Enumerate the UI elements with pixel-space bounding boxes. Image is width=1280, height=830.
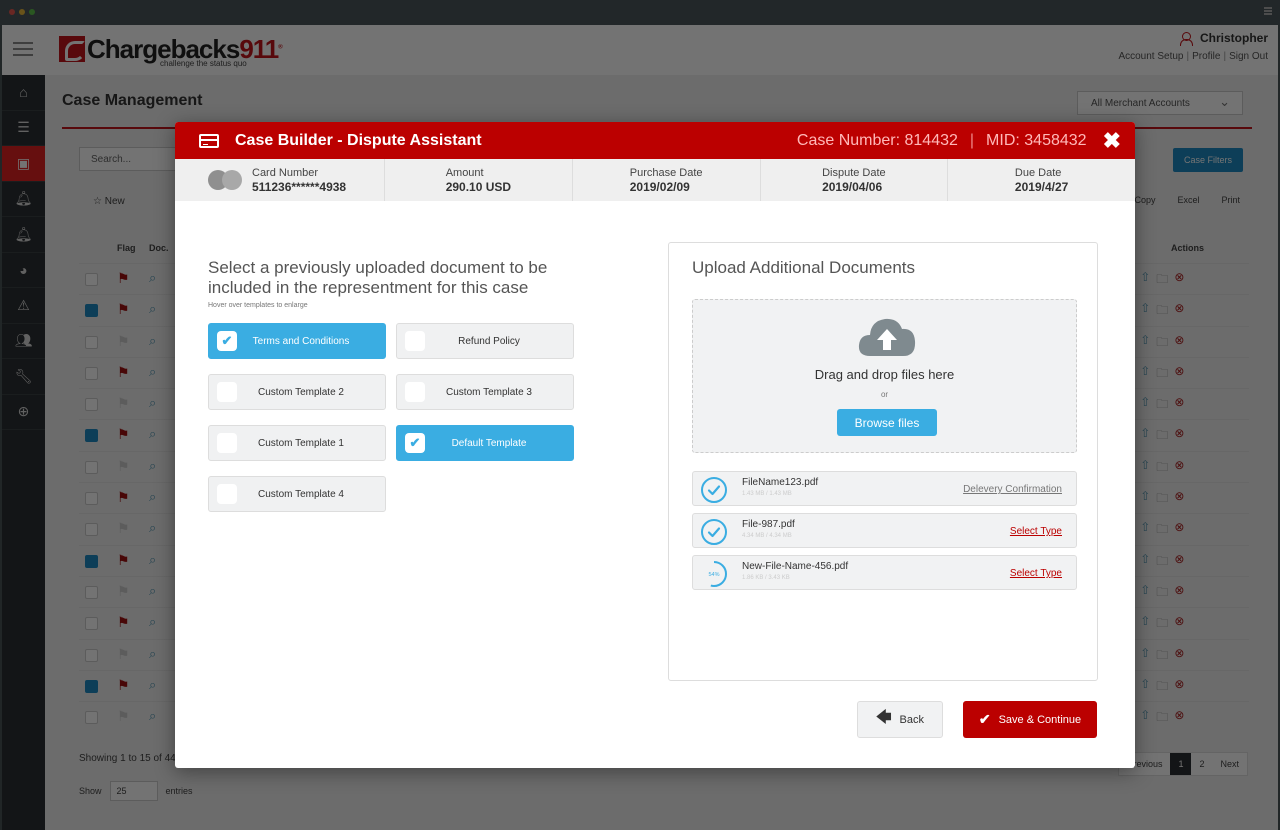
checkbox-empty-icon[interactable] <box>217 484 237 504</box>
upload-section-title: Upload Additional Documents <box>692 258 916 277</box>
template-label: Refund Policy <box>458 335 520 347</box>
file-name: FileName123.pdf <box>742 477 819 488</box>
due-date-cell: Due Date 2019/4/27 <box>1014 166 1069 194</box>
case-builder-modal: Case Builder - Dispute Assistant Case Nu… <box>175 122 1135 768</box>
close-icon[interactable]: ✖ <box>1103 129 1121 152</box>
template-option-custom-template-4[interactable]: Custom Template 4 <box>208 476 386 512</box>
case-number: Case Number: 814432 <box>796 131 958 149</box>
template-label: Default Template <box>451 437 527 449</box>
uploaded-file-row: File-987.pdf 4.34 MB / 4.34 MB Select Type <box>692 513 1077 548</box>
dispute-date-cell: Dispute Date 2019/04/06 <box>761 159 949 201</box>
checkbox-empty-icon[interactable] <box>405 331 425 351</box>
uploaded-file-row: FileName123.pdf 1.43 MB / 1.43 MB Delevery… <box>692 471 1077 506</box>
save-continue-button[interactable]: ✔ Save & Continue <box>963 701 1097 738</box>
template-label: Custom Template 3 <box>446 386 532 398</box>
dropzone-or: or <box>880 390 889 399</box>
case-meta: Case Number: 814432 | MID: 3458432 <box>796 131 1087 149</box>
checkbox-empty-icon[interactable] <box>217 382 237 402</box>
arrow-left-icon: 🡄 <box>876 709 892 726</box>
template-option-terms-and-conditions[interactable]: ✔ Terms and Conditions <box>208 323 386 359</box>
check-icon: ✔ <box>978 711 991 727</box>
dropzone-text: Drag and drop files here <box>814 367 955 382</box>
upload-complete-icon <box>701 477 727 503</box>
file-size: 1.43 MB / 1.43 MB <box>742 491 792 497</box>
dispute-date-value: 2019/04/06 <box>822 179 883 194</box>
template-section-title: Select a previously uploaded document to… <box>208 258 548 297</box>
merchant-id: MID: 3458432 <box>986 131 1087 149</box>
file-size: 4.34 MB / 4.34 MB <box>742 533 792 539</box>
checkbox-checked-icon[interactable]: ✔ <box>217 331 237 351</box>
template-hint: Hover over templates to enlarge <box>208 302 308 309</box>
modal-header: Case Builder - Dispute Assistant Case Nu… <box>175 122 1135 159</box>
upload-progress-icon: 54% <box>701 561 727 587</box>
template-selection-panel: Select a previously uploaded document to… <box>208 258 588 512</box>
amount-cell: Amount 290.10 USD <box>385 159 573 201</box>
file-type-link[interactable]: Select Type <box>1010 568 1062 579</box>
upload-complete-icon <box>701 519 727 545</box>
template-label: Custom Template 1 <box>258 437 344 449</box>
file-type-link[interactable]: Delevery Confirmation <box>963 484 1062 495</box>
template-label: Terms and Conditions <box>252 335 350 347</box>
template-option-default-template[interactable]: ✔ Default Template <box>396 425 574 461</box>
file-name: File-987.pdf <box>742 519 795 530</box>
due-date-value: 2019/4/27 <box>1014 179 1069 194</box>
case-info-bar: Card Number 511236******4938 Amount 290.… <box>175 159 1135 201</box>
template-option-refund-policy[interactable]: Refund Policy <box>396 323 574 359</box>
file-dropzone[interactable]: Drag and drop files here or Browse files <box>692 299 1077 453</box>
card-number-cell: Card Number 511236******4938 <box>175 159 385 201</box>
checkbox-empty-icon[interactable] <box>405 382 425 402</box>
cloud-upload-icon <box>858 318 916 356</box>
back-button[interactable]: 🡄 Back <box>857 701 943 738</box>
template-grid: ✔ Terms and Conditions Refund Policy Custom… <box>208 323 585 512</box>
checkbox-checked-icon[interactable]: ✔ <box>405 433 425 453</box>
amount-value: 290.10 USD <box>445 179 512 194</box>
mastercard-icon <box>208 170 242 190</box>
upload-panel: Upload Additional Documents Drag and dro… <box>668 242 1098 681</box>
template-label: Custom Template 4 <box>258 488 344 500</box>
card-number-value: 511236******4938 <box>252 179 347 194</box>
modal-title: Case Builder - Dispute Assistant <box>235 131 482 149</box>
template-option-custom-template-2[interactable]: Custom Template 2 <box>208 374 386 410</box>
template-option-custom-template-3[interactable]: Custom Template 3 <box>396 374 574 410</box>
svg-text:54%: 54% <box>708 572 719 578</box>
file-size: 1.86 KB / 3.43 KB <box>742 575 790 581</box>
uploaded-file-row: 54% New-File-Name-456.pdf 1.86 KB / 3.43 K… <box>692 555 1077 590</box>
template-option-custom-template-1[interactable]: Custom Template 1 <box>208 425 386 461</box>
credit-card-icon <box>199 133 219 148</box>
checkbox-empty-icon[interactable] <box>217 433 237 453</box>
file-name: New-File-Name-456.pdf <box>742 561 849 572</box>
purchase-date-value: 2019/02/09 <box>629 179 690 194</box>
template-label: Custom Template 2 <box>258 386 344 398</box>
purchase-date-cell: Purchase Date 2019/02/09 <box>573 159 761 201</box>
file-type-link[interactable]: Select Type <box>1010 526 1062 537</box>
browse-files-button[interactable]: Browse files <box>837 409 937 436</box>
